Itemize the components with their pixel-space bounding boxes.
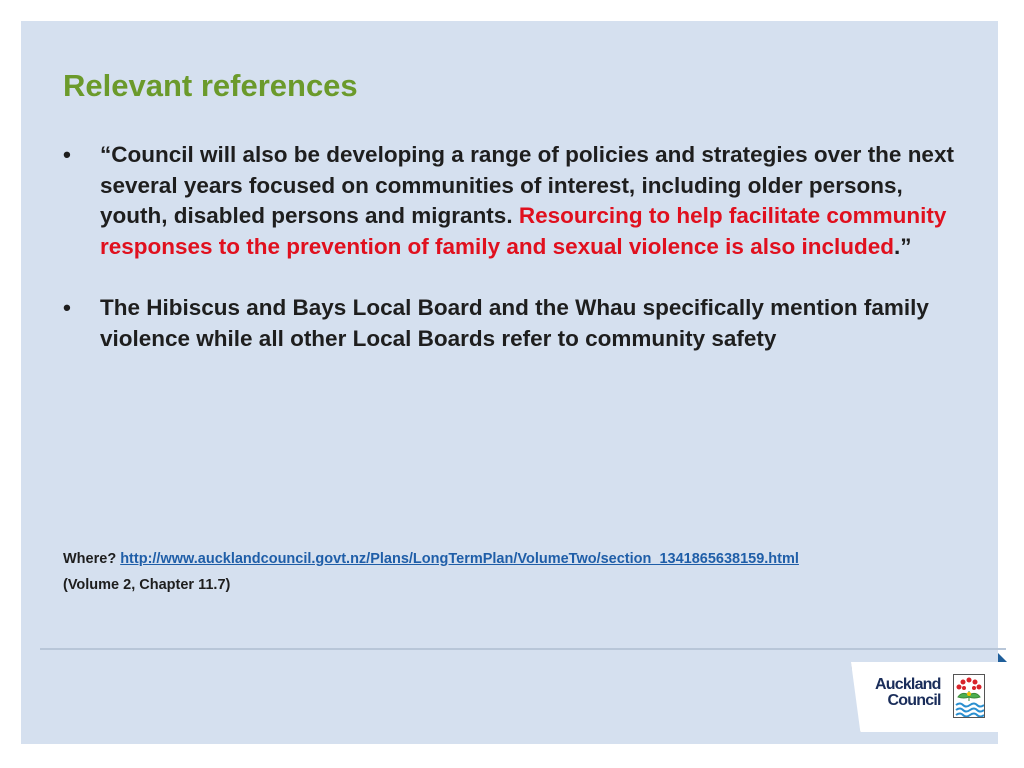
slide-title: Relevant references: [63, 68, 358, 103]
auckland-council-logo: Auckland Council: [851, 662, 1007, 732]
pohutukawa-emblem-icon: [953, 674, 985, 718]
volume-note: (Volume 2, Chapter 11.7): [63, 577, 231, 593]
where-label: Where?: [63, 551, 117, 567]
quote-end: .”: [893, 233, 912, 259]
source-link[interactable]: http://www.aucklandcouncil.govt.nz/Plans…: [120, 551, 799, 567]
bullet-icon: •: [63, 295, 71, 320]
corner-accent: [998, 653, 1007, 662]
divider: [40, 648, 1006, 650]
bullet-item: • The Hibiscus and Bays Local Board and …: [63, 293, 973, 354]
bullet-icon: •: [63, 142, 71, 167]
bullet-item: • “Council will also be developing a ran…: [63, 140, 973, 262]
source-reference: Where? http://www.aucklandcouncil.govt.n…: [63, 546, 799, 598]
bullet-list: • “Council will also be developing a ran…: [63, 140, 973, 385]
bullet-text: The Hibiscus and Bays Local Board and th…: [100, 295, 929, 351]
